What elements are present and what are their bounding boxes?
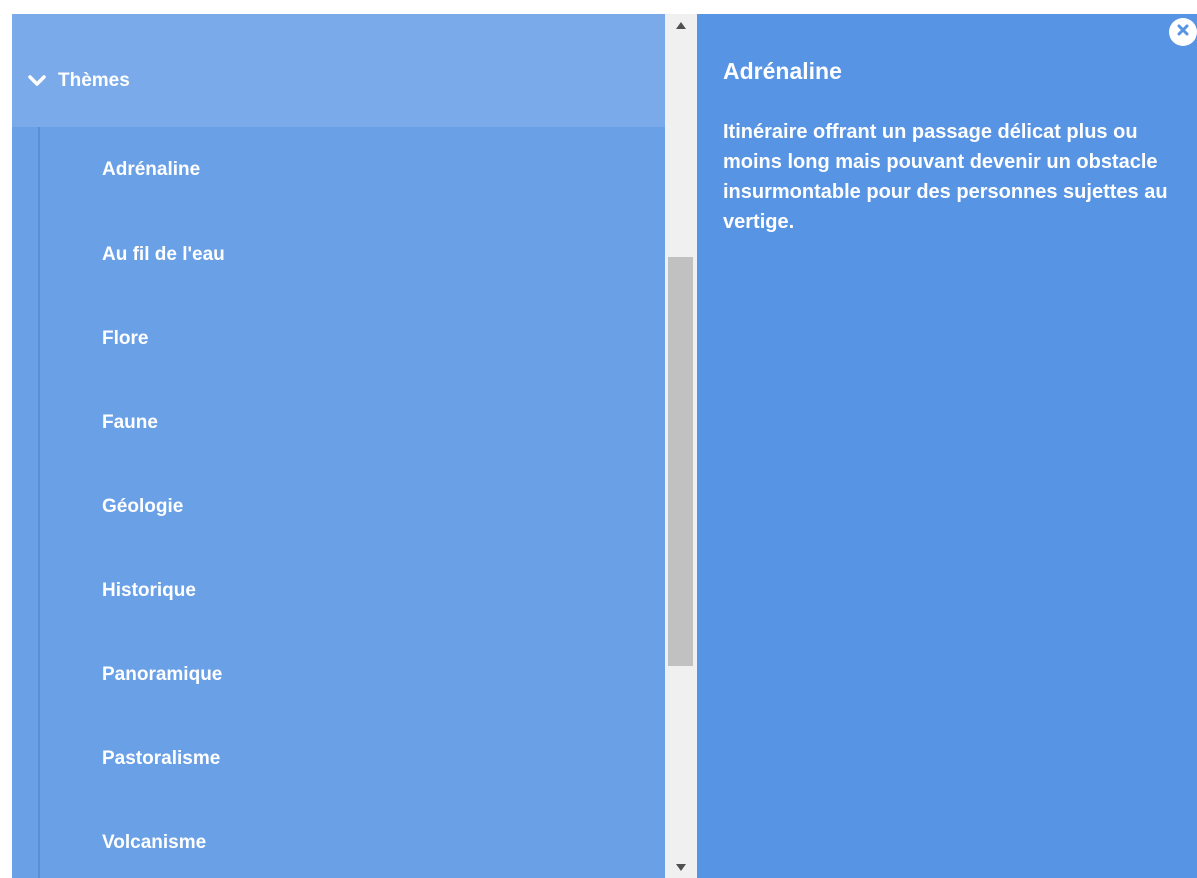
theme-menu-panel: Thèmes Adrénaline Au fil de l'eau Flore … [12,14,665,878]
list-item-flore[interactable]: Flore [12,297,665,381]
info-title: Adrénaline [723,58,842,84]
list-item-au-fil-de-l-eau[interactable]: Au fil de l'eau [12,213,665,297]
scroll-thumb[interactable] [668,257,693,666]
close-icon [1177,23,1189,41]
theme-info-panel: Adrénaline Itinéraire offrant un passage… [697,14,1197,878]
list-item-geologie[interactable]: Géologie [12,465,665,549]
vertical-scrollbar[interactable] [665,14,697,878]
list-item-faune[interactable]: Faune [12,381,665,465]
list-item-pastoralisme[interactable]: Pastoralisme [12,717,665,801]
list-item-volcanisme[interactable]: Volcanisme [12,801,665,878]
info-description: Itinéraire offrant un passage délicat pl… [723,121,1168,233]
list-item-historique[interactable]: Historique [12,549,665,633]
theme-list: Adrénaline Au fil de l'eau Flore Faune G… [12,127,665,878]
scroll-down-arrow-icon[interactable] [665,856,697,878]
app-root: Thèmes Adrénaline Au fil de l'eau Flore … [0,0,1197,878]
close-button[interactable] [1169,18,1197,46]
list-item-panoramique[interactable]: Panoramique [12,633,665,717]
section-title: Thèmes [58,69,130,91]
menu-top-strip [12,14,665,34]
scroll-up-arrow-icon[interactable] [665,14,697,36]
chevron-down-icon[interactable] [28,72,46,90]
section-header-themes[interactable]: Thèmes [12,34,665,127]
list-item-adrenaline[interactable]: Adrénaline [12,127,665,213]
